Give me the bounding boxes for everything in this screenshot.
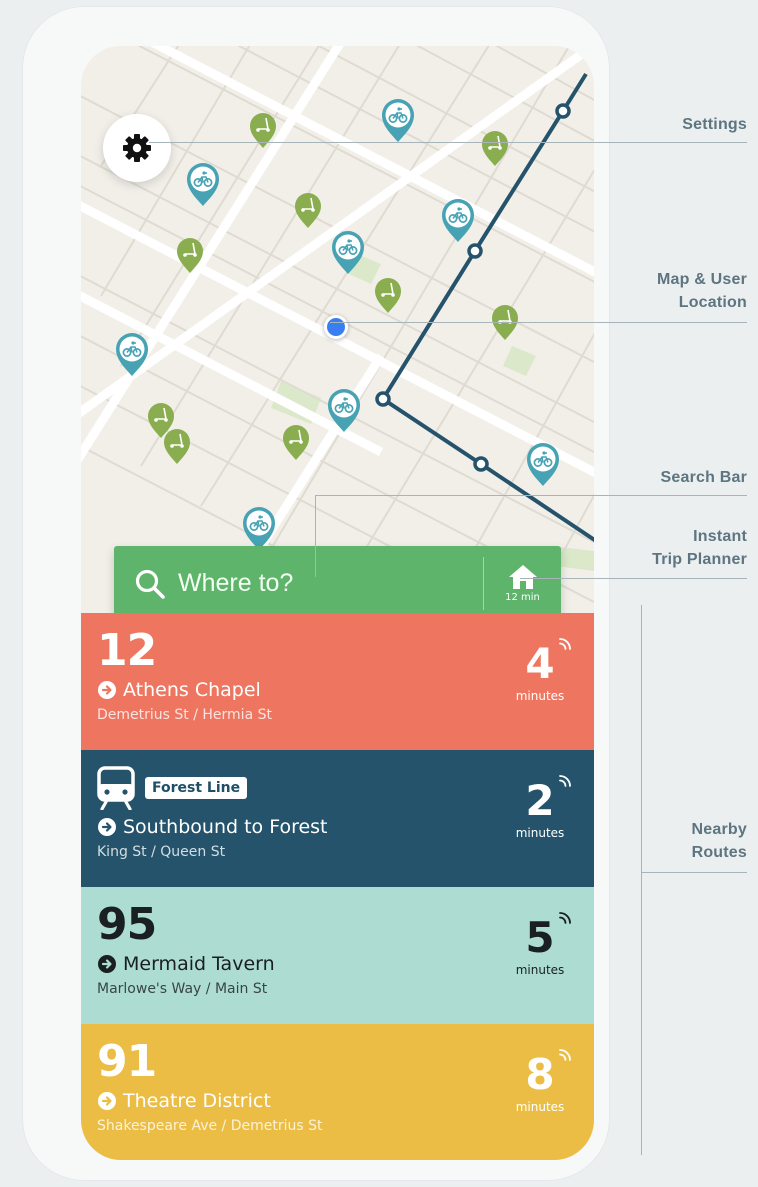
transit-stop[interactable] bbox=[555, 103, 571, 119]
planner-callout: Instant Trip Planner bbox=[652, 525, 747, 571]
realtime-icon bbox=[559, 1049, 571, 1061]
search-icon bbox=[135, 569, 165, 599]
eta: 2 minutes bbox=[510, 775, 571, 840]
route-card[interactable]: 91 Theatre District Shakespeare Ave / De… bbox=[81, 1024, 594, 1160]
route-stop: Marlowe's Way / Main St bbox=[97, 981, 268, 997]
planner-callout-line2: Trip Planner bbox=[652, 551, 747, 568]
arrow-right-circle-icon bbox=[98, 681, 116, 699]
search-placeholder: Where to? bbox=[178, 569, 294, 597]
realtime-icon bbox=[559, 638, 571, 650]
route-destination-row: Southbound to Forest bbox=[97, 816, 568, 838]
arrow-right-circle-icon bbox=[98, 818, 116, 836]
route-stop: King St / Queen St bbox=[97, 844, 226, 860]
eta-unit: minutes bbox=[515, 1100, 565, 1114]
route-card[interactable]: 95 Mermaid Tavern Marlowe's Way / Main S… bbox=[81, 887, 594, 1024]
search-callout-line bbox=[315, 495, 747, 496]
map-callout: Map & User Location bbox=[657, 268, 747, 314]
eta: 4 minutes bbox=[510, 638, 571, 703]
map-callout-line2: Location bbox=[678, 294, 747, 311]
settings-callout-line bbox=[149, 142, 747, 143]
phone-frame: Where to? 12 min 12 Athens Chapel Demetr… bbox=[22, 6, 610, 1181]
search-input[interactable]: Where to? bbox=[114, 546, 483, 621]
route-destination-row: Theatre District bbox=[97, 1090, 568, 1112]
eta: 5 minutes bbox=[510, 912, 571, 977]
transit-stop[interactable] bbox=[473, 456, 489, 472]
route-stop: Demetrius St / Hermia St bbox=[97, 707, 272, 723]
settings-callout: Settings bbox=[682, 116, 747, 133]
route-card[interactable]: 12 Athens Chapel Demetrius St / Hermia S… bbox=[81, 613, 594, 750]
map-callout-line bbox=[330, 322, 747, 323]
gear-icon bbox=[123, 134, 151, 162]
instant-trip-planner-button[interactable]: 12 min bbox=[484, 546, 561, 621]
route-card[interactable]: Forest Line Southbound to Forest King St… bbox=[81, 750, 594, 887]
route-number: 95 bbox=[97, 899, 157, 950]
map-callout-line1: Map & User bbox=[656, 271, 747, 288]
route-header: Forest Line bbox=[97, 764, 568, 812]
route-destination-row: Mermaid Tavern bbox=[97, 953, 568, 975]
home-eta: 12 min bbox=[505, 592, 540, 603]
realtime-icon bbox=[559, 775, 571, 787]
home-icon bbox=[508, 565, 537, 589]
arrow-right-circle-icon bbox=[98, 955, 116, 973]
transit-stop[interactable] bbox=[375, 391, 391, 407]
app-screen: Where to? 12 min 12 Athens Chapel Demetr… bbox=[81, 46, 594, 1160]
route-stop: Shakespeare Ave / Demetrius St bbox=[97, 1118, 323, 1134]
route-destination: Mermaid Tavern bbox=[123, 953, 275, 975]
search-callout-drop bbox=[315, 495, 316, 577]
eta-unit: minutes bbox=[515, 689, 565, 703]
eta-unit: minutes bbox=[515, 826, 565, 840]
planner-callout-line bbox=[520, 578, 747, 579]
map-view[interactable] bbox=[81, 46, 594, 616]
train-icon bbox=[97, 766, 135, 810]
search-callout: Search Bar bbox=[660, 469, 747, 486]
realtime-icon bbox=[559, 912, 571, 924]
line-badge: Forest Line bbox=[145, 777, 248, 799]
arrow-right-circle-icon bbox=[98, 1092, 116, 1110]
planner-callout-line1: Instant bbox=[693, 528, 747, 545]
nearby-callout-line2: Routes bbox=[691, 844, 747, 861]
eta: 8 minutes bbox=[510, 1049, 571, 1114]
nearby-callout-line1: Nearby bbox=[691, 821, 747, 838]
nearby-callout: Nearby Routes bbox=[692, 818, 747, 864]
user-location-marker bbox=[324, 315, 348, 339]
route-destination: Southbound to Forest bbox=[123, 816, 328, 838]
search-bar: Where to? 12 min bbox=[114, 546, 561, 621]
route-destination: Theatre District bbox=[123, 1090, 271, 1112]
settings-button[interactable] bbox=[103, 114, 171, 182]
transit-stop[interactable] bbox=[467, 243, 483, 259]
eta-unit: minutes bbox=[515, 963, 565, 977]
route-number: 91 bbox=[97, 1036, 157, 1087]
route-destination: Athens Chapel bbox=[123, 679, 261, 701]
nearby-callout-line bbox=[641, 872, 747, 873]
route-destination-row: Athens Chapel bbox=[97, 679, 568, 701]
nearby-bracket bbox=[641, 605, 642, 1155]
route-number: 12 bbox=[97, 625, 157, 676]
